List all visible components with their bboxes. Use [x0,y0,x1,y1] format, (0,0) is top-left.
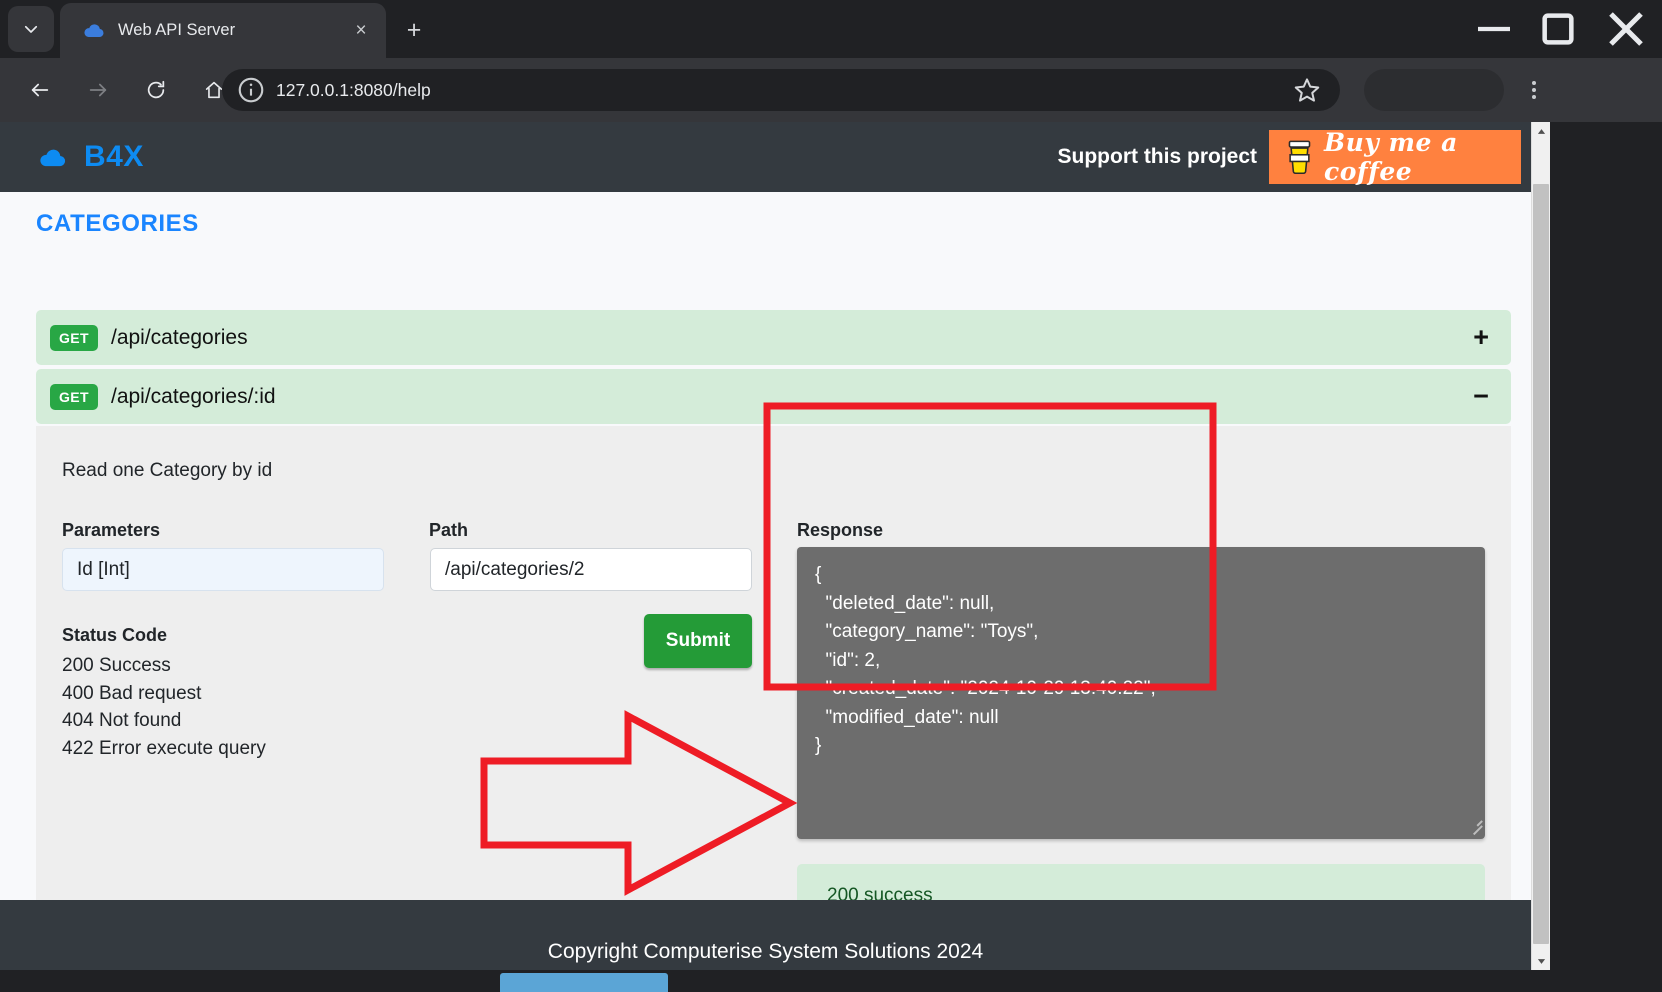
window-controls [1462,0,1662,58]
triangle-down-icon [1537,958,1545,964]
scrollbar-thumb[interactable] [1533,184,1549,944]
http-method-badge: GET [50,324,98,351]
back-button[interactable] [16,66,64,114]
parameters-input[interactable] [62,548,384,591]
coffee-cup-icon [1288,140,1311,175]
endpoint-path: /api/categories/:id [110,384,276,408]
profile-button[interactable] [1364,69,1504,111]
parameters-label: Parameters [62,520,161,540]
coffee-button-label: Buy me a coffee [1323,128,1458,186]
cloud-icon [40,149,66,167]
scroll-up-arrow-icon[interactable] [1532,122,1550,140]
dot [1532,88,1536,92]
status-code-item: 404 Not found [62,710,182,731]
close-window-button[interactable] [1590,0,1662,58]
response-textarea[interactable]: { "deleted_date": null, "category_name":… [797,547,1485,839]
dot [1532,81,1536,85]
minimize-icon [1478,26,1510,32]
star-icon-glyph [1294,78,1320,102]
reload-icon [147,80,165,99]
site-header: B4X Support this project Buy me a coffee [0,122,1531,192]
bottom-os-strip [0,970,1662,992]
info-circle-icon[interactable] [236,75,266,105]
maximize-button[interactable] [1526,0,1590,58]
http-method-badge: GET [50,383,98,410]
minimize-button[interactable] [1462,0,1526,58]
page-content: CATEGORIES GET /api/categories + GET /ap… [0,192,1531,970]
scroll-down-arrow-icon[interactable] [1532,952,1550,970]
browser-tab[interactable]: Web API Server × [60,3,386,58]
chevron-down-icon [24,25,38,33]
status-code-label: Status Code [62,625,168,645]
address-bar[interactable]: 127.0.0.1:8080/help [222,69,1340,111]
status-code-item: 200 Success [62,655,171,676]
page-title: CATEGORIES [36,210,199,237]
brand-name: B4X [84,140,144,173]
reload-button[interactable] [132,66,180,114]
endpoint-row[interactable]: GET /api/categories + [36,310,1511,365]
expand-toggle-icon[interactable]: + [1473,324,1489,351]
arrow-left-icon [31,83,49,97]
submit-button[interactable]: Submit [644,614,752,668]
dot [1532,95,1536,99]
tab-title: Web API Server [118,21,236,39]
info-circle-icon-glyph [238,77,264,103]
site-footer: Copyright Computerise System Solutions 2… [0,900,1531,970]
triangle-up-icon [1537,128,1545,134]
star-icon[interactable] [1292,75,1322,105]
browser-tab-strip: Web API Server × + [0,0,1662,58]
endpoint-detail-panel: Read one Category by id Parameters Path … [36,426,1511,970]
cloud-icon-glyph [84,23,104,37]
forward-button[interactable] [74,66,122,114]
status-code-list: 200 Success 400 Bad request 404 Not foun… [62,652,266,762]
path-label: Path [429,520,469,540]
page-viewport: B4X Support this project Buy me a coffee… [0,122,1662,970]
support-project-text: Support this project [1057,145,1258,168]
status-code-item: 422 Error execute query [62,737,266,759]
collapse-toggle-icon[interactable]: − [1473,383,1489,410]
cloud-icon [82,19,106,43]
footer-copyright: Copyright Computerise System Solutions 2… [547,939,984,963]
browser-window: Web API Server × + 127.0.0.1:8080/help B… [0,0,1662,992]
tab-search-chevron-down-icon[interactable] [8,6,54,52]
taskbar-item[interactable] [500,973,668,992]
buy-me-a-coffee-button[interactable]: Buy me a coffee [1269,128,1521,186]
endpoint-path: /api/categories [110,325,248,349]
path-input[interactable] [430,548,752,591]
status-code-item: 400 Bad request [62,682,202,704]
new-tab-button[interactable]: + [396,13,432,47]
brand-logo[interactable]: B4X [36,140,144,174]
arrow-right-icon [89,83,107,97]
close-icon[interactable]: × [348,18,374,44]
endpoint-row[interactable]: GET /api/categories/:id − [36,369,1511,424]
page-scrollbar-vertical[interactable] [1531,122,1550,970]
url-text: 127.0.0.1:8080/help [276,79,431,100]
close-icon [1609,12,1643,46]
maximize-icon [1542,13,1574,45]
window-right-edge [1550,122,1662,970]
three-dots-vertical-icon[interactable] [1516,74,1552,106]
response-label: Response [797,520,884,540]
browser-toolbar: 127.0.0.1:8080/help [0,58,1662,122]
endpoint-description: Read one Category by id [62,460,273,481]
